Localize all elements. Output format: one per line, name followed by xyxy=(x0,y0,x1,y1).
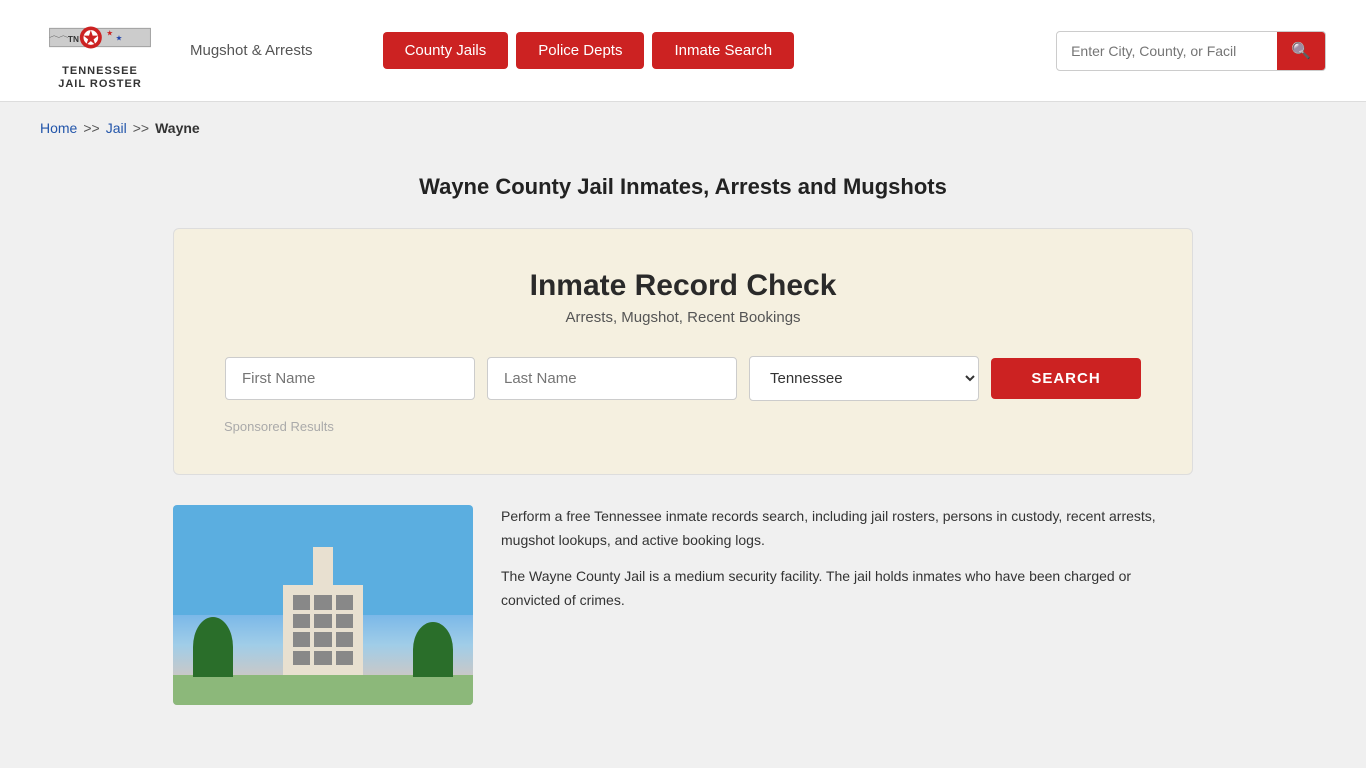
facility-image-inner xyxy=(173,505,473,705)
window xyxy=(293,632,310,647)
trees-right-decoration xyxy=(413,622,453,677)
state-select[interactable]: Tennessee Alabama Georgia Kentucky Missi… xyxy=(749,356,979,401)
window xyxy=(314,614,331,629)
site-header: TN ★ ★ TENNESSEE JAIL ROSTER Mugshot & A… xyxy=(0,0,1366,102)
police-depts-button[interactable]: Police Depts xyxy=(516,32,644,69)
svg-text:★: ★ xyxy=(116,33,123,42)
window xyxy=(336,651,353,666)
breadcrumb: Home >> Jail >> Wayne xyxy=(40,120,1326,136)
county-jails-button[interactable]: County Jails xyxy=(383,32,509,69)
logo-area[interactable]: TN ★ ★ TENNESSEE JAIL ROSTER xyxy=(40,10,160,91)
breadcrumb-home[interactable]: Home xyxy=(40,120,77,136)
trees-left-decoration xyxy=(193,617,233,677)
window xyxy=(314,651,331,666)
first-name-input[interactable] xyxy=(225,357,475,400)
description-para1: Perform a free Tennessee inmate records … xyxy=(501,505,1193,553)
window xyxy=(336,632,353,647)
nav-buttons: County Jails Police Depts Inmate Search xyxy=(383,32,794,69)
building-windows xyxy=(293,595,353,665)
sponsored-label: Sponsored Results xyxy=(224,419,1142,434)
facility-image xyxy=(173,505,473,705)
building-top-decoration xyxy=(313,547,333,587)
svg-text:TN: TN xyxy=(68,35,79,44)
record-check-title: Inmate Record Check xyxy=(224,269,1142,303)
inmate-search-submit[interactable]: SEARCH xyxy=(991,358,1141,399)
main-content: Wayne County Jail Inmates, Arrests and M… xyxy=(133,154,1233,725)
header-search-area: 🔍 xyxy=(1056,31,1326,71)
breadcrumb-current: Wayne xyxy=(155,120,200,136)
inmate-search-form: Tennessee Alabama Georgia Kentucky Missi… xyxy=(224,356,1142,401)
page-title: Wayne County Jail Inmates, Arrests and M… xyxy=(173,174,1193,200)
breadcrumb-sep2: >> xyxy=(133,120,149,136)
breadcrumb-jail[interactable]: Jail xyxy=(106,120,127,136)
description-text: Perform a free Tennessee inmate records … xyxy=(501,505,1193,705)
window xyxy=(336,614,353,629)
window xyxy=(314,632,331,647)
mugshot-arrests-link[interactable]: Mugshot & Arrests xyxy=(190,42,313,59)
header-search-button[interactable]: 🔍 xyxy=(1277,32,1325,70)
window xyxy=(293,651,310,666)
svg-text:★: ★ xyxy=(106,29,113,38)
record-check-box: Inmate Record Check Arrests, Mugshot, Re… xyxy=(173,228,1193,475)
window xyxy=(314,595,331,610)
description-para2: The Wayne County Jail is a medium securi… xyxy=(501,565,1193,613)
bottom-section: Perform a free Tennessee inmate records … xyxy=(173,505,1193,705)
site-logo: TN ★ ★ xyxy=(40,10,160,65)
header-search-input[interactable] xyxy=(1057,34,1277,68)
window xyxy=(336,595,353,610)
logo-text: TENNESSEE JAIL ROSTER xyxy=(58,65,142,91)
inmate-search-button[interactable]: Inmate Search xyxy=(652,32,794,69)
last-name-input[interactable] xyxy=(487,357,737,400)
breadcrumb-bar: Home >> Jail >> Wayne xyxy=(0,102,1366,154)
breadcrumb-sep1: >> xyxy=(83,120,99,136)
window xyxy=(293,614,310,629)
record-check-subtitle: Arrests, Mugshot, Recent Bookings xyxy=(224,309,1142,326)
ground-decoration xyxy=(173,675,473,705)
window xyxy=(293,595,310,610)
building-decoration xyxy=(283,585,363,675)
